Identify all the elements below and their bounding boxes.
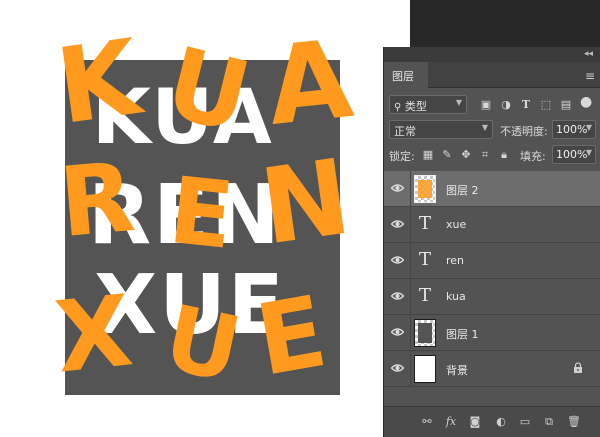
chevron-down-icon: ▼ [481, 123, 488, 132]
layer-name: 图层 2 [446, 184, 479, 197]
fx-icon[interactable]: fx [444, 415, 458, 429]
filter-pixel-icon[interactable]: ▣ [480, 99, 492, 111]
layer-thumbnail [414, 175, 436, 203]
trash-icon[interactable]: 🗑︎ [567, 415, 581, 429]
opacity-input[interactable]: 100% ▼ [552, 120, 596, 139]
eye-visibility-icon[interactable] [391, 255, 404, 265]
filter-toggle-icon[interactable]: ● [580, 95, 592, 109]
fill-label: 填充: [520, 150, 546, 163]
lock-label: 锁定: [389, 150, 415, 163]
layer-name: ren [446, 254, 465, 267]
layer-filter-label: 类型 [404, 100, 427, 113]
divider [410, 315, 411, 351]
divider [410, 207, 411, 243]
layer-row[interactable]: 图层 1 [384, 315, 600, 351]
filter-adjustment-icon[interactable]: ◑ [500, 99, 512, 111]
lock-all-icon[interactable]: 🔒︎ [498, 149, 510, 161]
layer-thumbnail-preview [418, 323, 432, 343]
adjustment-icon[interactable]: ◐ [494, 415, 508, 429]
orange-letter-n: N [253, 135, 358, 269]
orange-letter-a: A [261, 16, 358, 151]
text-layer-icon: T [419, 249, 432, 270]
text-layer-icon: T [419, 285, 432, 306]
layer-thumbnail-preview [418, 180, 432, 198]
group-folder-icon[interactable]: ▭ [518, 415, 532, 429]
layer-row[interactable]: T xue [384, 207, 600, 243]
layer-row[interactable]: T kua [384, 279, 600, 315]
layer-name: kua [446, 290, 466, 303]
panel-title-bar: ◂◂ [384, 47, 600, 62]
text-layer-icon: T [419, 213, 432, 234]
orange-letter-x: X [50, 274, 138, 396]
divider [410, 351, 411, 387]
divider [410, 171, 411, 207]
chevron-down-icon: ▼ [585, 148, 592, 157]
eye-visibility-icon[interactable] [391, 183, 404, 193]
layer-row[interactable]: 图层 2 [384, 171, 600, 207]
fill-value: 100% [556, 148, 588, 161]
lock-transparent-pixels-icon[interactable]: ▦ [422, 149, 434, 161]
lock-position-icon[interactable]: ✥ [460, 149, 472, 161]
collapse-panel-icon[interactable]: ◂◂ [584, 49, 593, 59]
lock-image-pixels-icon[interactable]: ✎ [441, 149, 453, 161]
opacity-value: 100% [556, 123, 588, 136]
layer-name: xue [446, 218, 467, 231]
lock-icon [574, 362, 582, 373]
mask-icon[interactable]: ◙ [468, 415, 482, 429]
eye-visibility-icon[interactable] [391, 327, 404, 337]
divider [410, 243, 411, 279]
filter-shape-icon[interactable]: ⬚ [540, 99, 552, 111]
orange-letter-k: K [49, 15, 147, 149]
blend-mode-select[interactable]: 正常 ▼ [389, 120, 493, 139]
orange-letter-e: E [164, 157, 239, 270]
eye-visibility-icon[interactable] [391, 219, 404, 229]
layer-row[interactable]: T ren [384, 243, 600, 279]
layer-list: 图层 2 T xue T ren T kua 图层 1 背景 [384, 171, 600, 387]
layer-thumbnail [414, 319, 436, 347]
layer-name: 背景 [446, 364, 468, 377]
opacity-label: 不透明度: [500, 125, 548, 138]
layers-bottom-toolbar: ⚯ fx ◙ ◐ ▭ ⧉ 🗑︎ [384, 406, 600, 437]
fill-input[interactable]: 100% ▼ [552, 145, 596, 164]
search-icon: ⚲ [394, 102, 402, 113]
layers-panel: ◂◂ 图层 ≡ ⚲ 类型 ▼ ▣ ◑ T ⬚ ▤ ● 正常 ▼ 不透明度: 10… [383, 47, 600, 437]
chevron-down-icon: ▼ [455, 98, 462, 107]
tab-layers[interactable]: 图层 [384, 62, 428, 88]
panel-tab-row: 图层 ≡ [384, 62, 600, 88]
eye-visibility-icon[interactable] [391, 291, 404, 301]
orange-letter-r: R [55, 140, 139, 260]
divider [410, 279, 411, 315]
layer-row[interactable]: 背景 [384, 351, 600, 387]
panel-menu-icon[interactable]: ≡ [585, 69, 595, 83]
layer-thumbnail [414, 355, 436, 383]
layer-filter-select[interactable]: ⚲ 类型 ▼ [389, 95, 467, 114]
blend-mode-value: 正常 [394, 125, 416, 138]
layer-name: 图层 1 [446, 328, 479, 341]
eye-visibility-icon[interactable] [391, 363, 404, 373]
chevron-down-icon: ▼ [585, 123, 592, 132]
filter-type-icon[interactable]: T [520, 99, 532, 111]
lock-artboard-icon[interactable]: ⌗ [479, 149, 491, 161]
link-icon[interactable]: ⚯ [420, 415, 434, 429]
new-layer-icon[interactable]: ⧉ [542, 415, 556, 429]
document-canvas[interactable]: KUA REN XUE K U A R E N X U E [0, 0, 410, 437]
filter-smart-object-icon[interactable]: ▤ [560, 99, 572, 111]
